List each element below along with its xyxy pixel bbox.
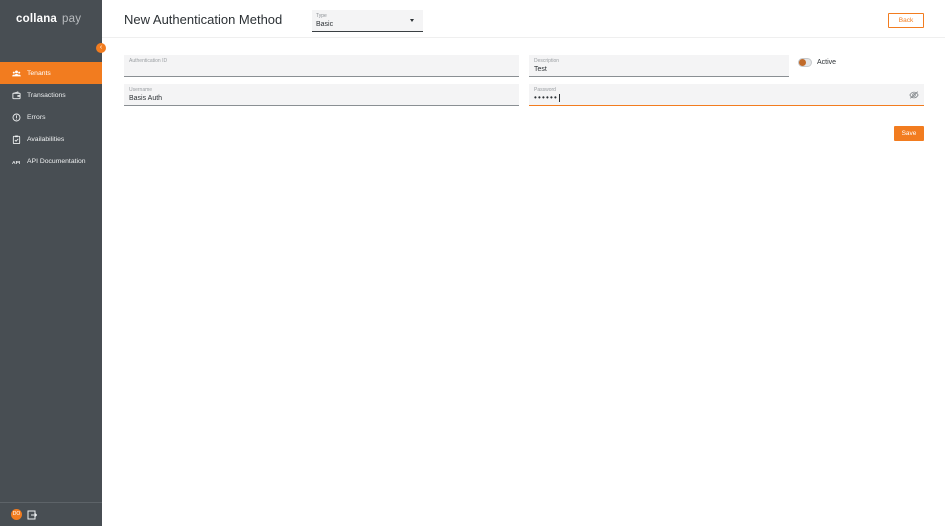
sidebar: collana pay Tenants Transactions Errors A… [0, 0, 102, 526]
active-toggle-label: Active [817, 59, 837, 66]
svg-text:API: API [12, 159, 21, 165]
product-name: pay [62, 13, 82, 25]
sidebar-item-label: Availabilities [27, 135, 65, 143]
chevron-left-icon: ‹ [99, 44, 103, 51]
field-value: Basis Auth [129, 95, 163, 102]
description-field[interactable]: Description Test [529, 55, 789, 77]
users-icon [12, 69, 21, 78]
sidebar-item-transactions[interactable]: Transactions [0, 84, 102, 106]
error-circle-icon [12, 113, 21, 122]
text-cursor [559, 93, 561, 102]
clipboard-check-icon [12, 135, 21, 144]
type-select-value: Basic [316, 21, 334, 28]
caret-down-icon [410, 19, 414, 22]
page-title: New Authentication Method [124, 12, 283, 27]
toggle-knob [799, 59, 806, 66]
active-toggle[interactable] [798, 58, 812, 67]
field-label: Username [129, 87, 153, 93]
password-field[interactable]: Password •••••• [529, 84, 924, 106]
back-button[interactable]: Back [888, 13, 924, 28]
authentication-id-field[interactable]: Authentication ID [124, 55, 519, 77]
field-label: Description [534, 58, 560, 64]
sidebar-item-label: Errors [27, 113, 46, 121]
sidebar-item-tenants[interactable]: Tenants [0, 62, 102, 84]
masked-password: •••••• [534, 93, 559, 102]
active-toggle-wrapper: Active [798, 58, 836, 67]
avatar[interactable]: DO [11, 509, 22, 520]
brand-name: collana [16, 13, 58, 25]
save-button[interactable]: Save [894, 126, 924, 141]
field-value: Test [534, 66, 547, 73]
field-label: Authentication ID [129, 58, 168, 64]
eye-off-icon[interactable] [909, 91, 919, 99]
sidebar-item-label: Tenants [27, 69, 51, 77]
logout-icon[interactable] [27, 510, 37, 520]
sidebar-item-availabilities[interactable]: Availabilities [0, 128, 102, 150]
wallet-icon [12, 90, 21, 100]
password-value: •••••• [534, 93, 561, 102]
app-logo[interactable]: collana pay [16, 13, 81, 25]
api-icon: API [12, 157, 21, 166]
collapse-sidebar-button[interactable]: ‹ [96, 43, 106, 53]
type-select[interactable]: Type Basic [312, 10, 423, 32]
sidebar-item-errors[interactable]: Errors [0, 106, 102, 128]
header-divider [102, 37, 945, 38]
sidebar-item-api-documentation[interactable]: API API Documentation [0, 150, 102, 172]
sidebar-footer: DO [0, 502, 102, 526]
sidebar-nav: Tenants Transactions Errors Availabiliti… [0, 62, 102, 172]
sidebar-item-label: API Documentation [27, 157, 86, 165]
sidebar-item-label: Transactions [27, 91, 66, 99]
username-field[interactable]: Username Basis Auth [124, 84, 519, 106]
type-select-label: Type [316, 13, 327, 19]
